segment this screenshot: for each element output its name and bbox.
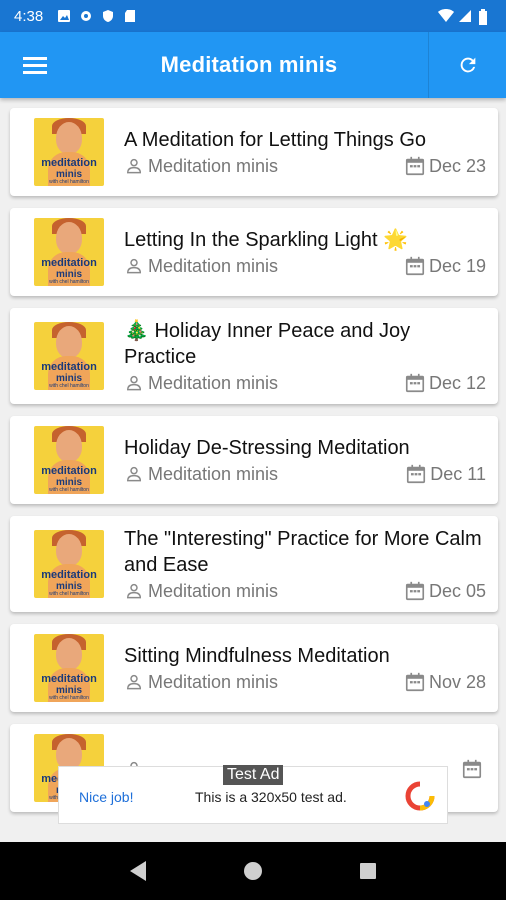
person-icon [126, 258, 142, 274]
date-label: Dec 12 [428, 372, 486, 393]
episode-thumbnail: meditation minis with chel hamilton [34, 530, 104, 598]
episode-card[interactable]: meditation minis with chel hamilton Sitt… [10, 624, 498, 712]
wifi-icon [438, 9, 454, 23]
date-label: Dec 11 [430, 463, 486, 484]
episode-title: The "Interesting" Practice for More Calm… [124, 528, 482, 576]
ad-main-text: This is a 320x50 test ad. [195, 789, 347, 805]
menu-button[interactable] [0, 32, 70, 98]
thumbnail-subtitle: with chel hamilton [49, 591, 89, 597]
thumbnail-word: meditation [41, 673, 97, 685]
home-button[interactable] [235, 853, 271, 889]
ad-left-text: Nice job! [79, 789, 134, 805]
episode-card[interactable]: meditation minis with chel hamilton 🎄 Ho… [10, 308, 498, 404]
app-bar: Meditation minis [0, 32, 506, 98]
date-label: Nov 28 [428, 671, 486, 692]
episode-author: Meditation minis [124, 672, 278, 693]
calendar-icon [405, 581, 425, 601]
ad-tag: Test Ad [223, 765, 284, 785]
date-label: Dec 19 [428, 255, 486, 276]
home-circle-icon [243, 862, 262, 880]
episode-author: Meditation minis [124, 156, 278, 177]
author-label: Meditation minis [148, 255, 279, 276]
calendar-icon [405, 373, 425, 393]
date-label: Dec 05 [428, 580, 486, 601]
status-bar: 4:38 [0, 0, 506, 32]
battery-icon [478, 9, 492, 25]
episode-thumbnail: meditation minis with chel hamilton [34, 322, 104, 390]
thumbnail-word: meditation [41, 569, 97, 581]
back-triangle-icon [129, 861, 146, 881]
recents-button[interactable] [350, 853, 386, 889]
thumbnail-subtitle: with chel hamilton [49, 179, 89, 185]
back-button[interactable] [120, 853, 156, 889]
status-time: 4:38 [14, 7, 44, 25]
episode-title: 🎄 Holiday Inner Peace and Joy Practice [124, 320, 411, 368]
episode-list: meditation minis with chel hamilton A Me… [0, 98, 506, 842]
episode-card[interactable]: meditation minis with chel hamilton The … [10, 516, 498, 612]
episode-card[interactable]: meditation minis with chel hamilton Lett… [10, 208, 498, 296]
episode-thumbnail: meditation minis with chel hamilton [34, 218, 104, 286]
episode-date: Dec 19 [404, 255, 486, 277]
hamburger-menu-icon [23, 57, 47, 74]
episode-date: Dec 05 [404, 580, 486, 602]
episode-author: Meditation minis [124, 464, 278, 485]
ad-banner[interactable]: Test Ad Nice job! This is a 320x50 test … [58, 765, 448, 824]
thumbnail-word: meditation [41, 361, 97, 373]
signal-icon [458, 9, 472, 23]
episode-date: Dec 12 [404, 372, 486, 394]
episode-author: Meditation minis [124, 256, 278, 277]
recents-square-icon [360, 863, 377, 879]
person-icon [126, 466, 142, 482]
refresh-icon [460, 57, 475, 73]
author-label: Meditation minis [148, 671, 279, 692]
calendar-icon [407, 464, 426, 484]
thumbnail-subtitle: with chel hamilton [49, 279, 89, 285]
episode-date: Nov 28 [404, 671, 486, 693]
episode-author: Meditation minis [124, 581, 278, 602]
page-title: Meditation minis [160, 52, 338, 77]
episode-title: Holiday De-Stressing Meditation [124, 437, 410, 459]
image-icon [57, 9, 71, 23]
person-icon [126, 674, 142, 690]
calendar-icon [462, 759, 482, 779]
episode-title: Sitting Mindfulness Meditation [124, 645, 390, 667]
episode-thumbnail: meditation minis with chel hamilton [34, 634, 104, 702]
shield-icon [101, 9, 115, 23]
author-label: Meditation minis [148, 155, 279, 176]
episode-author: Meditation minis [124, 373, 278, 394]
ad-logo-icon [405, 781, 435, 811]
system-nav-bar [0, 842, 506, 900]
author-label: Meditation minis [148, 463, 279, 484]
sd-card-icon [123, 9, 137, 23]
episode-date [461, 758, 486, 780]
episode-thumbnail: meditation minis with chel hamilton [34, 118, 104, 186]
thumbnail-subtitle: with chel hamilton [49, 695, 89, 701]
thumbnail-subtitle: with chel hamilton [49, 487, 89, 493]
date-label: Dec 23 [428, 155, 486, 176]
refresh-button[interactable] [428, 32, 506, 98]
episode-title: A Meditation for Letting Things Go [124, 129, 427, 151]
thumbnail-word: meditation [41, 465, 97, 477]
calendar-icon [405, 672, 425, 692]
calendar-icon [405, 256, 425, 276]
author-label: Meditation minis [148, 580, 279, 601]
calendar-icon [405, 156, 425, 176]
episode-title: Letting In the Sparkling Light 🌟 [124, 229, 408, 251]
person-icon [126, 158, 142, 174]
episode-card[interactable]: meditation minis with chel hamilton Holi… [10, 416, 498, 504]
episode-thumbnail: meditation minis with chel hamilton [34, 426, 104, 494]
thumbnail-word: meditation [41, 157, 97, 169]
person-icon [126, 583, 142, 599]
gear-icon [79, 9, 93, 23]
episode-date: Dec 23 [404, 155, 486, 177]
episode-date: Dec 11 [405, 463, 486, 485]
thumbnail-subtitle: with chel hamilton [49, 383, 89, 389]
thumbnail-word: meditation [41, 257, 97, 269]
person-icon [126, 375, 142, 391]
author-label: Meditation minis [148, 372, 279, 393]
episode-card[interactable]: meditation minis with chel hamilton A Me… [10, 108, 498, 196]
